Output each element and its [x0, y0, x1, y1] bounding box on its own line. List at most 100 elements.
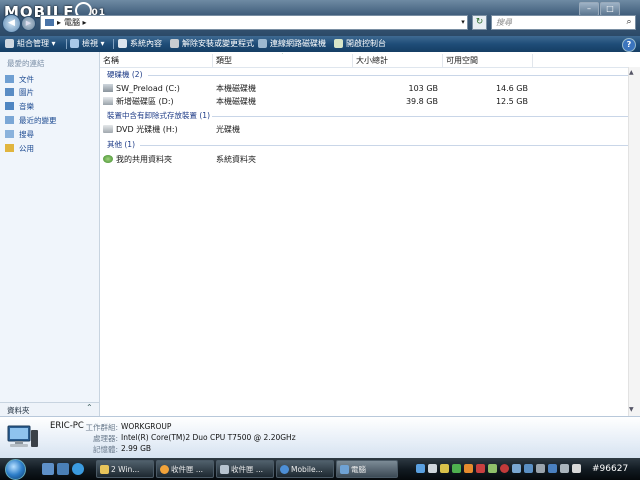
tray-icon[interactable]: [476, 464, 485, 473]
organize-icon: [5, 39, 14, 48]
tray-icon[interactable]: [488, 464, 497, 473]
pictures-icon: [5, 88, 14, 96]
nav-item-music[interactable]: 音樂: [5, 101, 34, 113]
group-divider: [212, 116, 628, 117]
list-item-dvd-h[interactable]: DVD 光碟機 (H:): [103, 124, 178, 135]
drive-c-free: 14.6 GB: [495, 84, 528, 93]
task-windows-explorer[interactable]: 2 Win...: [96, 460, 154, 478]
tray-icon[interactable]: [416, 464, 425, 473]
group-header-other[interactable]: 其他 (1): [107, 140, 135, 150]
memory-label: 記憶體:: [92, 445, 118, 454]
views-button[interactable]: 檢視 ▾: [70, 36, 105, 52]
volume-icon[interactable]: [560, 464, 569, 473]
computer-icon: [45, 19, 54, 26]
drive-c-total: 103 GB: [408, 84, 439, 93]
tray-icon[interactable]: [500, 464, 509, 473]
drive-d-type: 本機磁碟機: [216, 97, 256, 106]
map-drive-button[interactable]: 連線網路磁碟機: [258, 36, 326, 52]
programs-icon: [170, 39, 179, 48]
column-type[interactable]: 類型: [213, 54, 353, 67]
shared-folder-type: 系統資料夾: [216, 155, 256, 164]
network-drive-icon: [258, 39, 267, 48]
scroll-down-arrow[interactable]: ▼: [629, 406, 634, 413]
folders-label: 資料夾: [7, 406, 30, 415]
column-free-space[interactable]: 可用空間: [443, 54, 533, 67]
cpu-label: 處理器:: [92, 434, 118, 443]
hard-drive-icon: [103, 84, 113, 92]
uninstall-button[interactable]: 解除安裝或變更程式: [170, 36, 254, 52]
search-icon[interactable]: ⌕: [622, 15, 636, 30]
nav-item-pictures[interactable]: 圖片: [5, 87, 34, 99]
vertical-scrollbar[interactable]: [628, 67, 640, 416]
tray-icon[interactable]: [428, 464, 437, 473]
tray-icon[interactable]: [572, 464, 581, 473]
nav-item-recent-changes[interactable]: 最近的變更: [5, 115, 57, 127]
tray-icon[interactable]: [464, 464, 473, 473]
start-button[interactable]: [5, 459, 26, 480]
nav-item-public[interactable]: 公用: [5, 143, 34, 155]
command-toolbar: 組合管理 ▾ 檢視 ▾ 系統內容 解除安裝或變更程式 連線網路磁碟機 開啟控制台: [0, 36, 640, 52]
address-path: 電腦 ▸: [64, 18, 87, 27]
tray-icon[interactable]: [512, 464, 521, 473]
dvd-drive-icon: [103, 125, 113, 133]
column-headers: 名稱 類型 大小總計 可用空間: [100, 54, 628, 68]
group-header-removable[interactable]: 裝置中含有卸除式存放裝置 (1): [107, 111, 210, 121]
tray-icon[interactable]: [440, 464, 449, 473]
list-item-shared-folder[interactable]: 我的共用資料夾: [103, 154, 172, 165]
hard-drive-icon: [103, 97, 113, 105]
address-bar[interactable]: ▸ 電腦 ▸: [40, 15, 468, 30]
task-mobile01[interactable]: Mobile...: [276, 460, 334, 478]
chevron-up-icon[interactable]: ⌃: [86, 403, 93, 412]
window-controls: –□✕: [578, 2, 640, 30]
help-icon[interactable]: ?: [622, 38, 636, 52]
recent-changes-icon: [5, 116, 14, 124]
tray-icon[interactable]: [524, 464, 533, 473]
group-divider: [148, 75, 628, 76]
search-input[interactable]: 搜尋: [491, 15, 636, 30]
ie-icon[interactable]: [72, 463, 84, 475]
system-properties-button[interactable]: 系統內容: [118, 36, 162, 52]
forward-button[interactable]: ▶: [21, 16, 36, 31]
nav-item-search[interactable]: 搜尋: [5, 129, 34, 141]
check-icon: [118, 39, 127, 48]
show-desktop-icon[interactable]: [42, 463, 54, 475]
shared-folder-icon: [103, 155, 113, 163]
control-panel-icon: [334, 39, 343, 48]
scroll-up-arrow[interactable]: ▲: [629, 69, 634, 76]
list-item-drive-c[interactable]: SW_Preload (C:): [103, 83, 180, 94]
back-button[interactable]: ◀: [2, 14, 21, 33]
memory-value: 2.99 GB: [121, 444, 152, 453]
file-list: [100, 52, 640, 416]
drive-d-free: 12.5 GB: [495, 97, 528, 106]
network-icon[interactable]: [548, 464, 557, 473]
list-item-drive-d[interactable]: 新增磁碟區 (D:): [103, 96, 174, 107]
tray-icon[interactable]: [536, 464, 545, 473]
refresh-button[interactable]: ↻: [472, 15, 487, 30]
task-computer[interactable]: 電腦: [336, 460, 398, 478]
switch-windows-icon[interactable]: [57, 463, 69, 475]
search-folder-icon: [5, 130, 14, 138]
drive-c-type: 本機磁碟機: [216, 84, 256, 93]
minimize-button[interactable]: –: [579, 2, 599, 16]
views-icon: [70, 39, 79, 48]
maximize-button[interactable]: □: [600, 2, 620, 16]
workgroup-label: 工作群組:: [85, 423, 118, 432]
column-name[interactable]: 名稱: [100, 54, 213, 67]
group-header-hard-drives[interactable]: 硬碟機 (2): [107, 70, 143, 80]
computer-icon: [7, 425, 38, 447]
watermark-text: #96627: [592, 464, 629, 474]
public-folder-icon: [5, 144, 14, 152]
chevron-down-icon[interactable]: ▾: [458, 16, 468, 29]
mail-icon: [220, 465, 229, 474]
nav-item-documents[interactable]: 文件: [5, 74, 34, 86]
tray-icon[interactable]: [452, 464, 461, 473]
workgroup-value: WORKGROUP: [121, 422, 172, 431]
organize-button[interactable]: 組合管理 ▾: [5, 36, 56, 52]
favorite-links-title: 最愛的連結: [7, 59, 45, 68]
control-panel-button[interactable]: 開啟控制台: [334, 36, 386, 52]
column-total-size[interactable]: 大小總計: [353, 54, 443, 67]
task-inbox-2[interactable]: 收件匣 ...: [216, 460, 274, 478]
folder-icon: [100, 465, 109, 474]
task-inbox-1[interactable]: 收件匣 ...: [156, 460, 214, 478]
browser-icon: [280, 465, 289, 474]
